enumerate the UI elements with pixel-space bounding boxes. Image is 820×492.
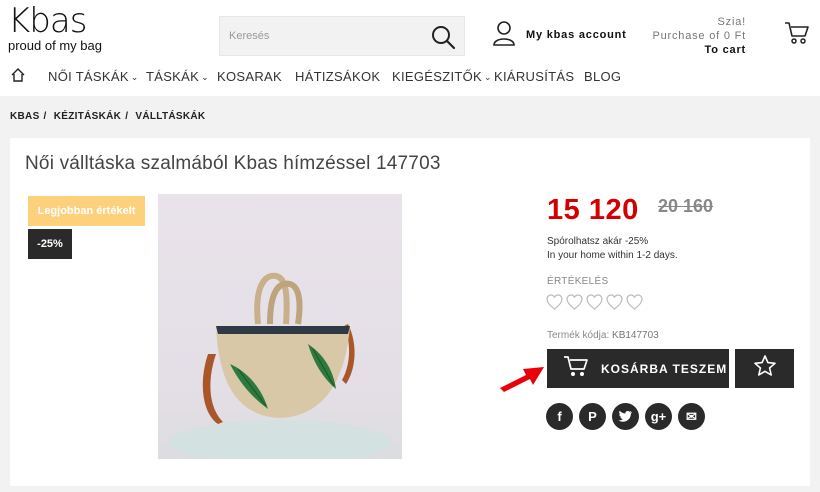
cart-icon [563,355,589,382]
heart-icon[interactable] [626,294,643,315]
breadcrumb-separator: / [43,111,47,122]
heart-icon[interactable] [586,294,603,315]
nav-item[interactable]: KOSARAK [217,69,282,84]
nav-item-label: TÁSKÁK [146,69,200,84]
chevron-down-icon: ⌄ [130,72,139,82]
cart-summary[interactable]: Szia! Purchase of 0 Ft To cart [652,15,746,57]
nav-item[interactable]: HÁTIZSÁKOK [295,69,380,84]
nav-item[interactable]: NŐI TÁSKÁK ⌄ [48,69,139,84]
current-price: 15 120 [547,194,639,226]
cart-icon[interactable] [784,21,810,50]
breadcrumb-separator: / [125,111,129,122]
breadcrumb: KBAS / KÉZITÁSKÁK / VÁLLTÁSKÁK [10,111,205,122]
site-header: Kbas proud of my bag My kbas account Szi… [0,0,820,96]
user-icon [492,20,516,51]
breadcrumb-item[interactable]: VÁLLTÁSKÁK [135,111,205,122]
nav-item-label: NŐI TÁSKÁK [48,69,129,84]
search-bar [219,16,465,56]
breadcrumb-item[interactable]: KÉZITÁSKÁK [54,111,121,122]
product-image[interactable] [158,194,402,459]
facebook-icon[interactable]: f [546,403,573,430]
heart-icon[interactable] [606,294,623,315]
nav-item[interactable]: TÁSKÁK ⌄ [146,69,209,84]
heart-icon[interactable] [546,294,563,315]
product-title: Női válltáska szalmából Kbas hímzéssel 1… [25,153,441,174]
search-icon[interactable] [430,24,456,50]
purchase-total: Purchase of 0 Ft [652,30,746,42]
home-icon[interactable] [11,68,25,87]
logo-wordmark: Kbas [8,1,87,41]
sku-value: KB147703 [612,330,659,341]
nav-item-label: KOSARAK [217,69,282,84]
red-arrow-annotation [498,361,546,400]
nav-item[interactable]: KIEGÉSZITŐK ⌄ [392,69,492,84]
delivery-text: In your home within 1-2 days. [547,250,678,261]
best-rated-badge: Legjobban értékelt [28,196,145,226]
search-input[interactable] [220,17,420,55]
discount-badge: -25% [28,229,72,259]
pinterest-icon[interactable]: P [579,403,606,430]
breadcrumb-item[interactable]: KBAS [10,111,40,122]
logo-tagline: proud of my bag [8,38,102,53]
social-share: f Pg+ ✉ [546,403,705,430]
sku-label: Termék kódja: [547,330,610,341]
account-link[interactable]: My kbas account [492,20,627,51]
to-cart-link[interactable]: To cart [652,43,746,57]
rating-label: ÉRTÉKELÉS [547,276,609,287]
product-sku: Termék kódja: KB147703 [547,330,659,341]
google-plus-icon[interactable]: g+ [645,403,672,430]
account-label: My kbas account [526,29,627,41]
chevron-down-icon: ⌄ [201,72,209,82]
product-card: Női válltáska szalmából Kbas hímzéssel 1… [10,138,810,486]
star-icon [753,354,777,383]
heart-icon[interactable] [566,294,583,315]
wishlist-button[interactable] [735,349,794,388]
nav-item[interactable]: KIÁRUSÍTÁS [494,69,574,84]
nav-item-label: BLOG [584,69,622,84]
site-logo[interactable]: Kbas proud of my bag [8,4,102,53]
greeting-text: Szia! [717,16,746,28]
chevron-down-icon: ⌄ [483,72,492,82]
add-to-cart-button[interactable]: KOSÁRBA TESZEM [547,349,729,388]
email-icon[interactable]: ✉ [678,403,705,430]
twitter-icon[interactable] [612,403,639,430]
add-to-cart-label: KOSÁRBA TESZEM [601,361,728,376]
original-price: 20 160 [658,196,714,216]
nav-item-label: KIEGÉSZITŐK [392,69,482,84]
nav-item-label: KIÁRUSÍTÁS [494,69,575,84]
rating-hearts[interactable] [546,294,643,315]
price-info: Spórolhatsz akár -25% In your home withi… [547,235,678,263]
nav-item-label: HÁTIZSÁKOK [295,69,381,84]
saving-text: Spórolhatsz akár -25% [547,236,649,247]
nav-item[interactable]: BLOG [584,69,621,84]
